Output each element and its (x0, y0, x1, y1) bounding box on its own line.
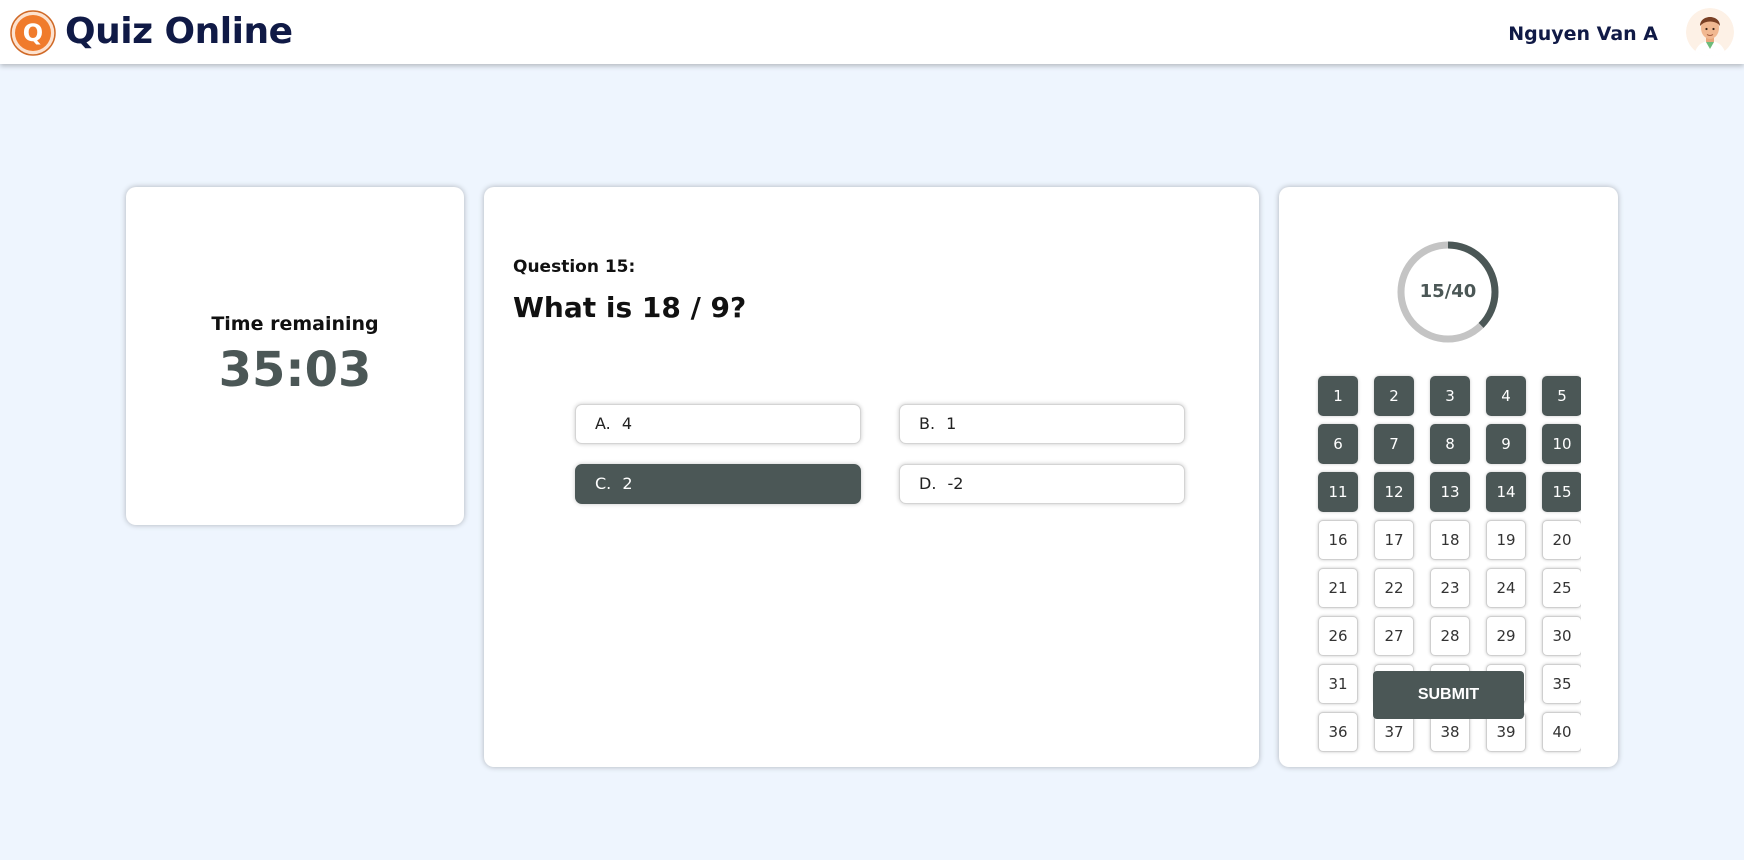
answer-option-d[interactable]: D. -2 (899, 464, 1185, 504)
question-nav-button[interactable]: 7 (1374, 424, 1414, 464)
question-nav-button[interactable]: 14 (1486, 472, 1526, 512)
question-nav-button[interactable]: 27 (1374, 616, 1414, 656)
timer-value: 35:03 (218, 342, 372, 398)
question-nav-button[interactable]: 40 (1542, 712, 1581, 752)
app-title: Quiz Online (65, 11, 293, 52)
question-nav-button[interactable]: 9 (1486, 424, 1526, 464)
question-nav-button[interactable]: 17 (1374, 520, 1414, 560)
question-nav-button[interactable]: 6 (1318, 424, 1358, 464)
question-nav-button[interactable]: 23 (1430, 568, 1470, 608)
answer-text: 4 (621, 414, 633, 433)
answer-letter: D. (919, 474, 937, 493)
question-nav-button[interactable]: 36 (1318, 712, 1358, 752)
top-header: Q Quiz Online Nguyen Van A (0, 0, 1744, 64)
question-nav-button[interactable]: 2 (1374, 376, 1414, 416)
user-name[interactable]: Nguyen Van A (1508, 23, 1658, 45)
question-text: What is 18 / 9? (513, 291, 747, 324)
question-nav-button[interactable]: 1 (1318, 376, 1358, 416)
question-nav-button[interactable]: 11 (1318, 472, 1358, 512)
question-nav-button[interactable]: 30 (1542, 616, 1581, 656)
question-nav-button[interactable]: 15 (1542, 472, 1581, 512)
answer-text: -2 (947, 474, 964, 493)
question-nav-button[interactable]: 8 (1430, 424, 1470, 464)
timer-card: Time remaining 35:03 (126, 187, 464, 525)
question-navigator-card: 15/40 1 2 3 4 5 6 7 8 9 10 11 12 13 14 15 16 17 18 19 20 21 2… (1279, 187, 1618, 767)
question-nav-button[interactable]: 4 (1486, 376, 1526, 416)
progress-label: 15/40 (1419, 281, 1477, 302)
question-card: Question 15: What is 18 / 9? A. 4 B. 1 C… (484, 187, 1259, 767)
question-nav-button[interactable]: 16 (1318, 520, 1358, 560)
question-nav-button[interactable]: 35 (1542, 664, 1581, 704)
question-nav-button[interactable]: 20 (1542, 520, 1581, 560)
logo-letter: Q (23, 19, 43, 47)
question-nav-button[interactable]: 28 (1430, 616, 1470, 656)
question-nav-button[interactable]: 13 (1430, 472, 1470, 512)
question-nav-button[interactable]: 29 (1486, 616, 1526, 656)
answer-option-a[interactable]: A. 4 (575, 404, 861, 444)
timer-label: Time remaining (211, 313, 379, 335)
user-avatar-icon[interactable] (1686, 8, 1734, 56)
question-nav-button[interactable]: 31 (1318, 664, 1358, 704)
answer-option-b[interactable]: B. 1 (899, 404, 1185, 444)
question-nav-button[interactable]: 25 (1542, 568, 1581, 608)
question-nav-button[interactable]: 22 (1374, 568, 1414, 608)
question-nav-button[interactable]: 10 (1542, 424, 1581, 464)
question-number: Question 15: (513, 257, 636, 277)
question-nav-button[interactable]: 18 (1430, 520, 1470, 560)
answer-option-c[interactable]: C. 2 (575, 464, 861, 504)
question-nav-button[interactable]: 5 (1542, 376, 1581, 416)
question-nav-button[interactable]: 24 (1486, 568, 1526, 608)
answer-text: 1 (946, 414, 957, 433)
submit-button[interactable]: SUBMIT (1373, 671, 1524, 719)
quiz-logo-icon[interactable]: Q (9, 9, 57, 57)
question-nav-button[interactable]: 26 (1318, 616, 1358, 656)
question-grid-scroll[interactable]: 1 2 3 4 5 6 7 8 9 10 11 12 13 14 15 16 17 18 19 20 21 22 23 24 2… (1315, 373, 1581, 817)
answer-letter: A. (595, 414, 611, 433)
answer-letter: B. (919, 414, 936, 433)
question-nav-button[interactable]: 12 (1374, 472, 1414, 512)
answer-text: 2 (622, 474, 633, 493)
question-nav-button[interactable]: 19 (1486, 520, 1526, 560)
question-nav-button[interactable]: 3 (1430, 376, 1470, 416)
question-nav-button[interactable]: 21 (1318, 568, 1358, 608)
answer-letter: C. (595, 474, 612, 493)
